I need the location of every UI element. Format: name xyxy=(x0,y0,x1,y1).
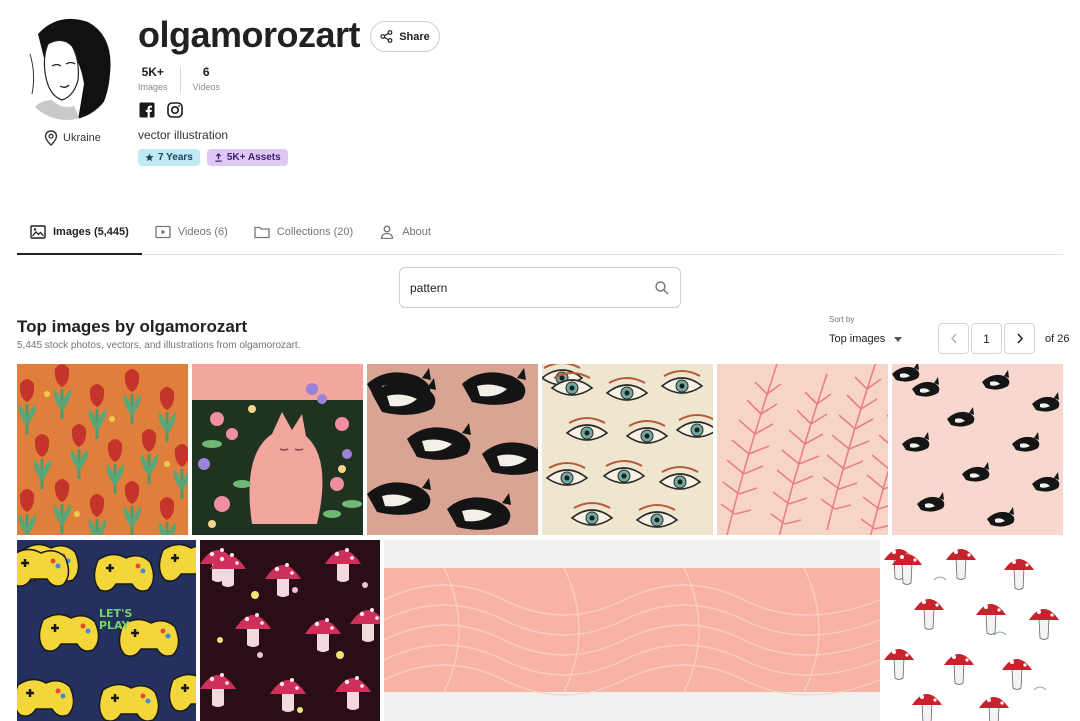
page-number-input[interactable]: 1 xyxy=(971,323,1002,354)
tab-label: Videos (6) xyxy=(177,226,228,238)
upload-icon xyxy=(215,153,222,162)
years-badge: 7 Years xyxy=(138,149,200,166)
image-tile-fly-agaric-on-white[interactable] xyxy=(884,540,1063,721)
image-icon xyxy=(30,224,46,239)
search-icon[interactable] xyxy=(654,280,670,296)
video-icon xyxy=(155,225,171,239)
image-tile-black-white-cats-on-pink[interactable] xyxy=(367,364,538,535)
stat-value: 6 xyxy=(202,65,210,79)
chevron-right-icon xyxy=(1016,333,1023,344)
share-icon xyxy=(380,30,393,43)
stat-images[interactable]: 5K+ Images xyxy=(138,65,168,92)
tab-collections[interactable]: Collections (20) xyxy=(241,210,366,254)
section-subtitle: 5,445 stock photos, vectors, and illustr… xyxy=(17,340,301,351)
section-title: Top images by olgamorozart xyxy=(17,317,248,336)
stat-label: Images xyxy=(138,82,168,92)
chevron-down-icon xyxy=(894,336,903,342)
location: Ukraine xyxy=(44,130,101,146)
image-tile-cat-in-flowers[interactable] xyxy=(192,364,363,535)
assets-badge-label: 5K+ Assets xyxy=(226,152,281,163)
stat-value: 5K+ xyxy=(141,65,164,79)
gamepad-tile-text: LET'S PLAY xyxy=(99,607,133,632)
pink-palm-leaves-image xyxy=(717,364,888,535)
tulip-pattern-image xyxy=(17,364,188,535)
cat-in-flowers-image xyxy=(192,364,363,535)
image-tile-pink-palm-leaves[interactable] xyxy=(717,364,888,535)
map-pin-icon xyxy=(44,130,58,146)
black-white-cats-image xyxy=(367,364,538,535)
profile-badges: 7 Years 5K+ Assets xyxy=(138,149,288,166)
prev-page-button[interactable] xyxy=(938,323,969,354)
person-icon xyxy=(381,225,394,239)
mushrooms-dark-image xyxy=(200,540,380,721)
tab-label: Images (5,445) xyxy=(53,225,129,238)
tab-about[interactable]: About xyxy=(366,210,444,254)
stat-divider xyxy=(179,67,181,93)
search-input[interactable] xyxy=(410,280,654,295)
star-icon xyxy=(145,153,154,162)
eyes-pattern-image xyxy=(542,364,713,535)
avatar[interactable] xyxy=(18,14,116,120)
small-cats-image xyxy=(892,364,1063,535)
image-tile-tulip-pattern[interactable] xyxy=(17,364,188,535)
profile-stats: 5K+ Images 6 Videos xyxy=(138,65,220,93)
tab-images[interactable]: Images (5,445) xyxy=(17,210,142,255)
image-tile-gamepads-lets-play[interactable]: LET'S PLAY xyxy=(17,540,196,721)
social-links xyxy=(139,102,183,118)
pink-wave-lines-image xyxy=(384,540,880,721)
share-label: Share xyxy=(399,30,430,43)
facebook-icon[interactable] xyxy=(139,102,155,118)
sort-value: Top images xyxy=(829,333,886,345)
tab-label: Collections (20) xyxy=(276,226,354,238)
instagram-icon[interactable] xyxy=(167,102,183,118)
stat-label: Videos xyxy=(192,82,220,92)
tab-videos[interactable]: Videos (6) xyxy=(142,210,241,254)
image-tile-mushrooms-on-dark[interactable] xyxy=(200,540,380,721)
image-tile-pink-wave-lines[interactable] xyxy=(384,540,880,721)
image-tile-small-cats-on-pink[interactable] xyxy=(892,364,1063,535)
profile-tabs: Images (5,445) Videos (6) Collections (2… xyxy=(17,210,1063,255)
page-total: of 26 xyxy=(1045,332,1070,345)
fly-agaric-image xyxy=(884,540,1063,721)
chevron-left-icon xyxy=(950,333,957,344)
profile-tagline: vector illustration xyxy=(138,128,229,142)
years-badge-label: 7 Years xyxy=(158,152,193,163)
page-title: olgamorozart xyxy=(138,14,361,55)
search-box xyxy=(399,267,681,308)
next-page-button[interactable] xyxy=(1004,323,1035,354)
sort-dropdown[interactable]: Top images xyxy=(829,333,903,345)
folder-icon xyxy=(254,226,270,239)
assets-badge: 5K+ Assets xyxy=(206,149,288,166)
pagination: 1 of 26 xyxy=(938,323,1069,354)
share-button[interactable]: Share xyxy=(370,21,440,52)
tab-label: About xyxy=(402,226,431,238)
sort-label: Sort by xyxy=(829,315,855,324)
location-label: Ukraine xyxy=(63,132,101,144)
stat-videos[interactable]: 6 Videos xyxy=(193,65,220,92)
image-tile-eyes-pattern[interactable] xyxy=(542,364,713,535)
